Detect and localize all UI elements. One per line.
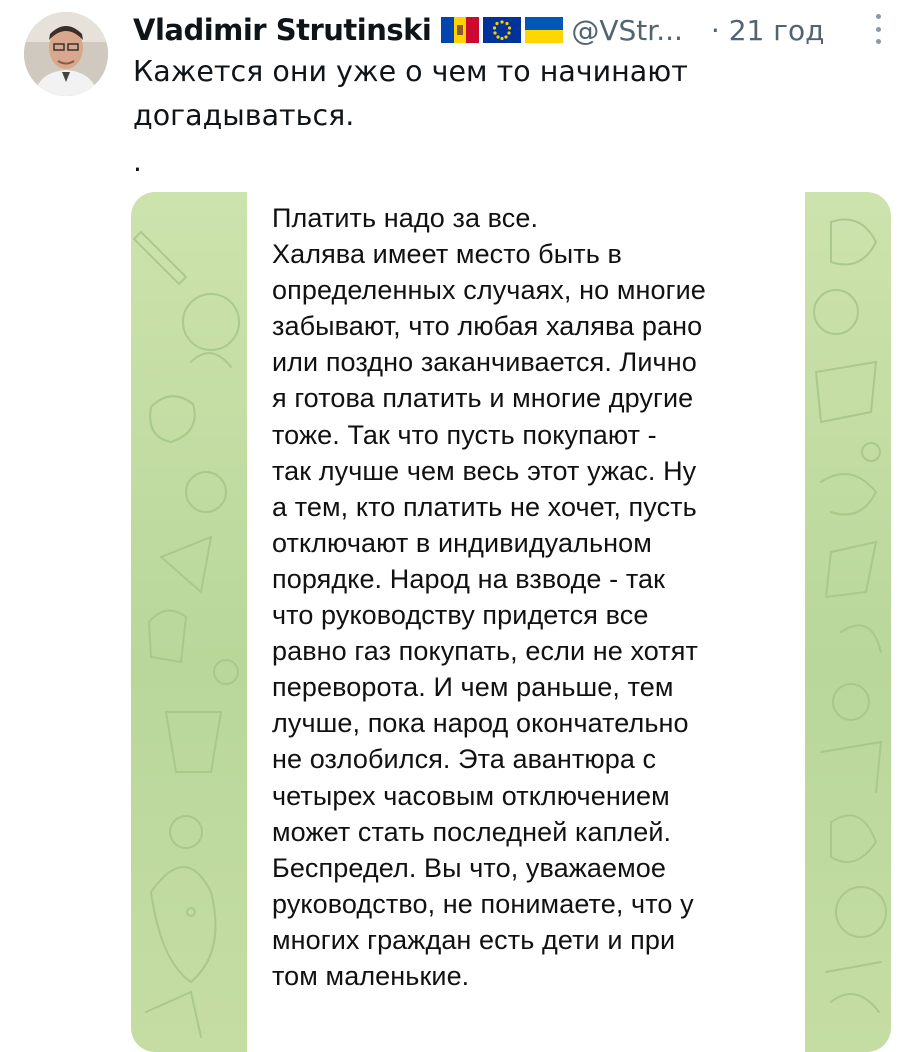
tweet-media-image[interactable]: Платить надо за все. Халява имеет место б… (131, 192, 891, 1052)
message-line: что руководству придется все (272, 600, 649, 631)
message-line: многих граждан есть дети и при (272, 924, 676, 955)
author-handle[interactable]: @VStr... (571, 14, 683, 47)
message-line: или поздно заканчивается. Лично (272, 347, 697, 378)
tweet-text: Кажется они уже о чем то начинают догады… (133, 55, 688, 132)
message-line: а тем, кто платить не хочет, пусть (272, 491, 697, 522)
ukraine-flag-icon (525, 17, 564, 43)
message-line: Беспредел. Вы что, уважаемое (272, 852, 667, 883)
tweet-header: Vladimir Strutinski @VStr... · 21 год (133, 10, 886, 50)
message-line: четырех часовым отключением (272, 780, 670, 811)
eu-flag-icon (483, 17, 522, 43)
message-line: Платить надо за все. (272, 203, 539, 233)
author-avatar[interactable] (24, 12, 108, 96)
message-text: Платить надо за все. Халява имеет место б… (272, 200, 797, 994)
tweet-timestamp[interactable]: · 21 год (711, 14, 825, 47)
message-line: забывают, что любая халява рано (272, 311, 703, 342)
more-options-icon[interactable] (874, 14, 882, 44)
message-line: может стать последней каплей. (272, 816, 672, 847)
moldova-flag-icon (441, 17, 480, 43)
message-line: не озлобился. Эта авантюра с (272, 744, 657, 775)
message-line: так лучше чем весь этот ужас. Ну (272, 455, 697, 486)
message-line: отключают в индивидуальном (272, 527, 652, 558)
flag-emojis (441, 17, 564, 43)
author-name[interactable]: Vladimir Strutinski (133, 13, 432, 47)
tweet-extra-line: . (133, 145, 142, 178)
message-line: тоже. Так что пусть покупают - (272, 419, 657, 450)
message-line: переворота. И чем раньше, тем (272, 672, 674, 703)
message-line: руководство, не понимаете, что у (272, 888, 694, 919)
message-line: лучше, пока народ окончательно (272, 708, 689, 739)
message-line: определенных случаях, но многие (272, 275, 706, 306)
message-line: том маленькие. (272, 960, 470, 991)
message-line: я готова платить и многие другие (272, 383, 694, 414)
message-line: порядке. Народ на взводе - так (272, 563, 666, 594)
message-line: Халява имеет место быть в (272, 239, 622, 270)
message-line: равно газ покупать, если не хотят (272, 636, 698, 667)
avatar-photo (24, 12, 108, 96)
